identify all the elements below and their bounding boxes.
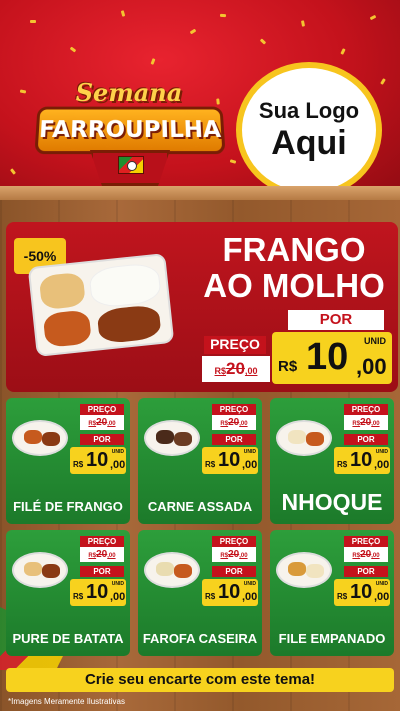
product-currency: R$ — [337, 592, 348, 601]
product-price-integer: 10 — [86, 449, 109, 471]
product-name: CARNE ASSADA — [147, 499, 253, 514]
product-price-integer: 10 — [350, 449, 373, 471]
product-card[interactable]: PREÇO R$20,00 POR R$ 10,00 UNID FILE EMPANADO — [270, 530, 394, 656]
product-name: FILÉ DE FRANGO — [13, 499, 123, 514]
logo-text-line1: Sua Logo — [258, 98, 360, 123]
product-new-price: R$ 10,00 UNID — [334, 447, 390, 474]
hero-por-label: POR — [288, 310, 384, 330]
product-price-integer: 10 — [218, 449, 241, 471]
product-name: NHOQUE — [281, 489, 383, 515]
product-price-integer: 10 — [86, 581, 109, 603]
hero-price-decimal: ,00 — [356, 354, 387, 379]
product-image — [276, 420, 332, 456]
product-preco-label: PREÇO — [80, 536, 124, 547]
product-new-price: R$ 10,00 UNID — [70, 579, 126, 606]
product-name: PURE DE BATATA — [12, 631, 124, 646]
product-image — [12, 420, 68, 456]
product-card[interactable]: PREÇO R$20,00 POR R$ 10,00 UNID FAROFA CASEIRA — [138, 530, 262, 656]
product-currency: R$ — [205, 592, 216, 601]
logo-placeholder[interactable]: Sua Logo Aqui — [236, 62, 382, 198]
product-old-price: R$20,00 — [80, 547, 124, 562]
product-por-label: POR — [344, 434, 388, 445]
product-price-integer: 10 — [350, 581, 373, 603]
hero-title-line1: FRANGO — [222, 231, 366, 268]
product-new-price: R$ 10,00 UNID — [334, 579, 390, 606]
product-old-price: R$20,00 — [212, 415, 256, 430]
hero-old-price: R$20,00 — [202, 356, 270, 382]
product-card[interactable]: PREÇO R$20,00 POR R$ 10,00 UNID NHOQUE — [270, 398, 394, 524]
product-por-label: POR — [344, 566, 388, 577]
product-unit-label: UNID — [375, 449, 388, 455]
product-image — [276, 552, 332, 588]
disclaimer-text: *Imagens Meramente Ilustrativas — [8, 697, 125, 706]
product-por-label: POR — [212, 566, 256, 577]
product-por-label: POR — [212, 434, 256, 445]
semana-farroupilha-badge: Semana FARROUPILHA — [34, 72, 226, 192]
product-price-decimal: ,00 — [374, 459, 390, 471]
product-image — [12, 552, 68, 588]
product-preco-label: PREÇO — [344, 404, 388, 415]
product-new-price: R$ 10,00 UNID — [70, 447, 126, 474]
hero-offer-card[interactable]: -50% FRANGO AO MOLHO POR PREÇO R$20,00 R… — [6, 222, 398, 392]
hero-new-price: R$ 10 ,00 UNID — [272, 332, 392, 384]
product-card[interactable]: PREÇO R$20,00 POR R$ 10,00 UNID CARNE ASSADA — [138, 398, 262, 524]
product-old-price: R$20,00 — [80, 415, 124, 430]
product-unit-label: UNID — [375, 581, 388, 587]
product-old-price: R$20,00 — [344, 415, 388, 430]
product-preco-label: PREÇO — [344, 536, 388, 547]
hero-preco-label: PREÇO — [204, 336, 266, 354]
product-price-decimal: ,00 — [110, 459, 126, 471]
product-old-price: R$20,00 — [344, 547, 388, 562]
product-image — [144, 420, 200, 456]
rio-grande-flag-icon — [118, 156, 144, 174]
product-card[interactable]: PREÇO R$20,00 POR R$ 10,00 UNID PURE DE BATATA — [6, 530, 130, 656]
product-old-price: R$20,00 — [212, 547, 256, 562]
product-currency: R$ — [73, 592, 84, 601]
header-wood-strip — [0, 186, 400, 200]
product-unit-label: UNID — [111, 581, 124, 587]
product-unit-label: UNID — [243, 449, 256, 455]
product-currency: R$ — [73, 460, 84, 469]
product-preco-label: PREÇO — [80, 404, 124, 415]
hero-food-image — [27, 253, 175, 357]
logo-text-line2: Aqui — [271, 124, 347, 162]
product-price-decimal: ,00 — [242, 459, 258, 471]
hero-currency: R$ — [278, 358, 298, 375]
header-banner: Semana FARROUPILHA Sua Logo Aqui — [0, 0, 400, 200]
product-price-decimal: ,00 — [374, 591, 390, 603]
product-name: FAROFA CASEIRA — [142, 631, 258, 646]
hero-unit-label: UNID — [364, 336, 386, 346]
hero-price-integer: 10 — [306, 336, 349, 378]
product-price-integer: 10 — [218, 581, 241, 603]
product-por-label: POR — [80, 434, 124, 445]
cta-banner[interactable]: Crie seu encarte com este tema! — [6, 668, 394, 692]
product-currency: R$ — [205, 460, 216, 469]
product-unit-label: UNID — [111, 449, 124, 455]
product-name: FILE EMPANADO — [278, 631, 386, 646]
product-new-price: R$ 10,00 UNID — [202, 447, 258, 474]
product-preco-label: PREÇO — [212, 536, 256, 547]
product-unit-label: UNID — [243, 581, 256, 587]
product-preco-label: PREÇO — [212, 404, 256, 415]
product-por-label: POR — [80, 566, 124, 577]
product-card[interactable]: PREÇO R$20,00 POR R$ 10,00 UNID FILÉ DE FRANGO — [6, 398, 130, 524]
product-image — [144, 552, 200, 588]
hero-title-line2: AO MOLHO — [203, 267, 385, 304]
product-new-price: R$ 10,00 UNID — [202, 579, 258, 606]
product-currency: R$ — [337, 460, 348, 469]
product-price-decimal: ,00 — [242, 591, 258, 603]
hero-product-title: FRANGO AO MOLHO — [196, 232, 392, 304]
badge-main-text: FARROUPILHA — [34, 106, 226, 155]
product-price-decimal: ,00 — [110, 591, 126, 603]
